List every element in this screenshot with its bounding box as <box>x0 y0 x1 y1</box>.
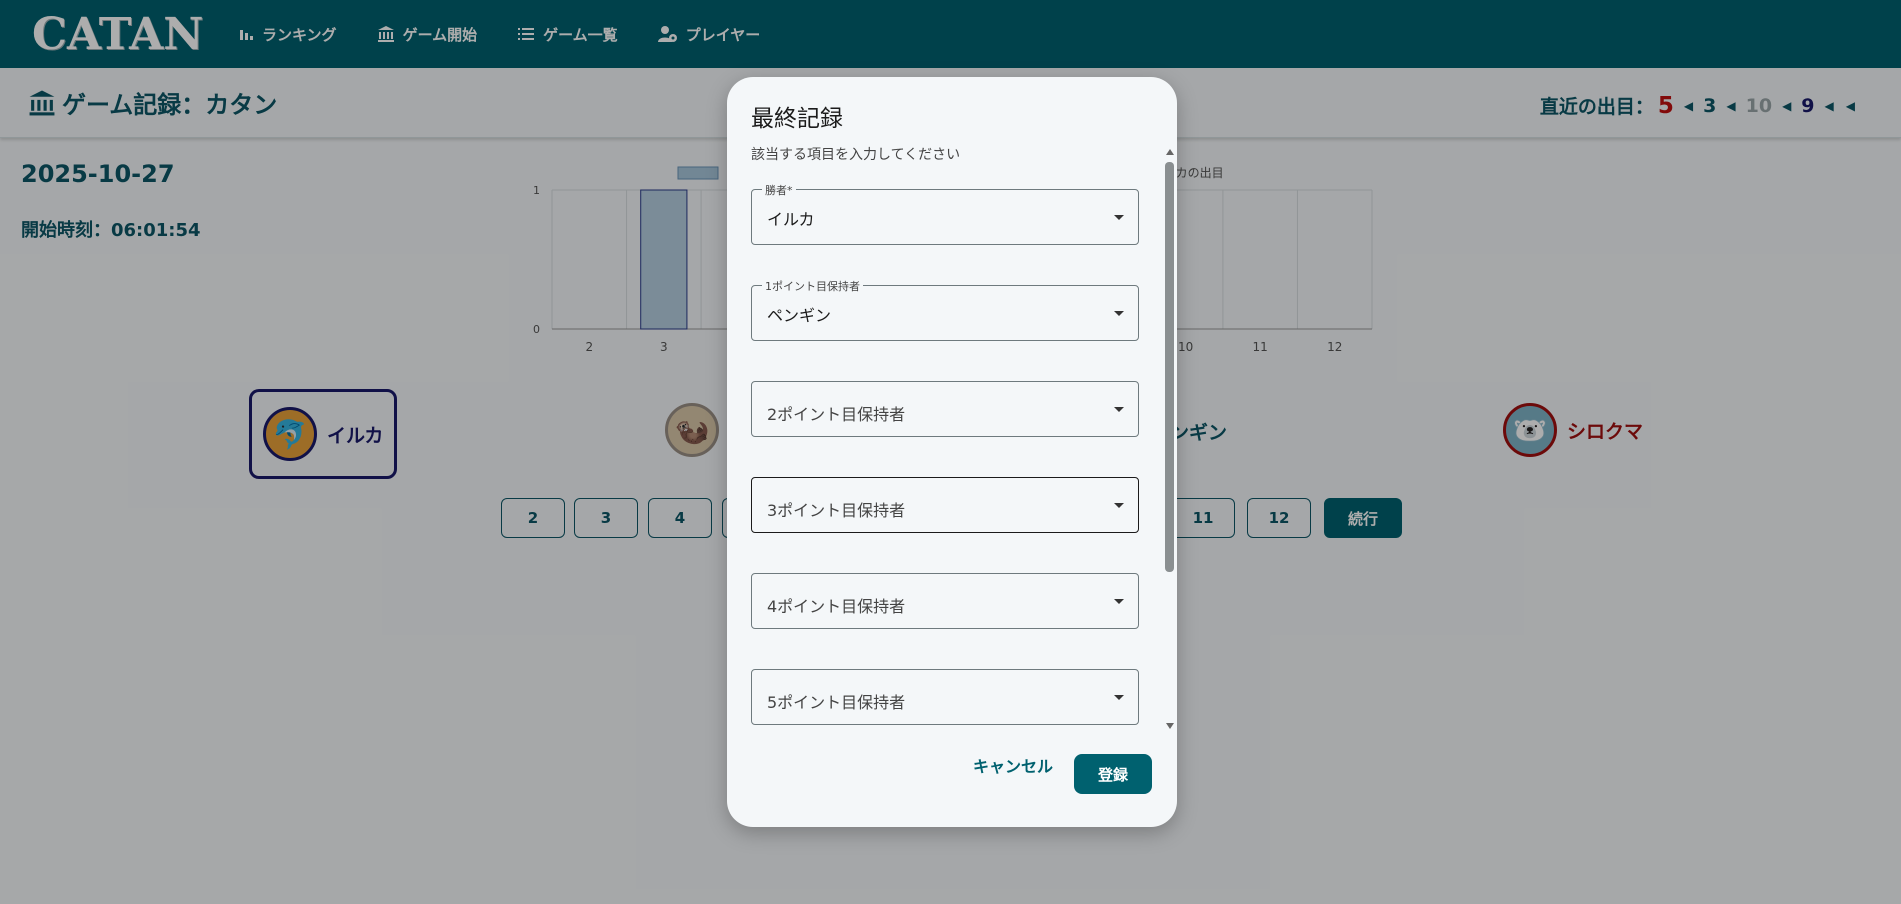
point1-holder-select[interactable]: 1ポイント目保持者 ペンギン <box>751 278 1139 341</box>
chevron-down-icon <box>1114 311 1124 316</box>
cancel-button[interactable]: キャンセル <box>973 753 1053 777</box>
field-placeholder: 2ポイント目保持者 <box>767 405 906 424</box>
field-placeholder: 5ポイント目保持者 <box>767 693 906 712</box>
dialog-scrollbar[interactable] <box>1164 149 1176 729</box>
chevron-down-icon <box>1114 503 1124 508</box>
dialog-title: 最終記録 <box>751 106 843 132</box>
chevron-down-icon <box>1114 215 1124 220</box>
field-value: ペンギン <box>767 306 832 325</box>
winner-select[interactable]: 勝者* イルカ <box>751 182 1139 245</box>
point2-holder-select[interactable]: 2ポイント目保持者 <box>751 381 1139 437</box>
dialog-subtitle: 該当する項目を入力してください <box>751 147 961 163</box>
scroll-down-icon[interactable] <box>1166 723 1174 729</box>
chevron-down-icon <box>1114 407 1124 412</box>
chevron-down-icon <box>1114 695 1124 700</box>
scroll-up-icon[interactable] <box>1166 149 1174 155</box>
field-placeholder: 3ポイント目保持者 <box>767 501 906 520</box>
point3-holder-select[interactable]: 3ポイント目保持者 <box>751 477 1139 533</box>
field-value: イルカ <box>767 210 815 229</box>
field-label: 勝者* <box>762 182 796 198</box>
field-label: 1ポイント目保持者 <box>762 278 863 294</box>
submit-button[interactable]: 登録 <box>1074 754 1152 794</box>
scroll-thumb[interactable] <box>1165 162 1174 572</box>
point4-holder-select[interactable]: 4ポイント目保持者 <box>751 573 1139 629</box>
final-record-dialog: 最終記録 該当する項目を入力してください 勝者* イルカ 1ポイント目保持者 ペ… <box>727 77 1177 827</box>
point5-holder-select[interactable]: 5ポイント目保持者 <box>751 669 1139 725</box>
chevron-down-icon <box>1114 599 1124 604</box>
field-placeholder: 4ポイント目保持者 <box>767 597 906 616</box>
